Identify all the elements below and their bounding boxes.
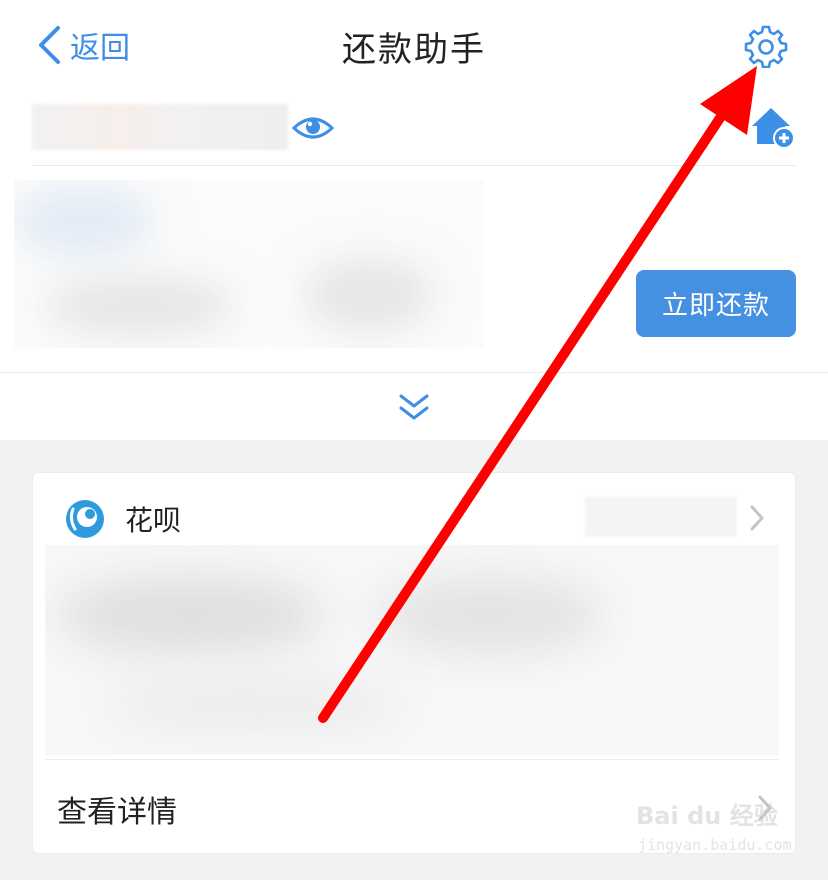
huabei-logo-icon [66, 500, 104, 538]
double-chevron-down-icon [399, 394, 429, 420]
bill-summary-masked [14, 180, 484, 348]
masked-block [44, 276, 234, 336]
divider [0, 372, 828, 373]
huabei-label: 花呗 [125, 504, 182, 537]
masked-block [375, 575, 605, 655]
settings-button[interactable] [744, 24, 788, 69]
eye-icon [291, 117, 335, 139]
masked-block [304, 258, 434, 332]
watermark: Bai du 经验 jingyan.baidu.com [634, 794, 792, 860]
huabei-amount-masked [585, 497, 737, 537]
home-add-icon [752, 108, 795, 149]
add-home-button[interactable] [750, 104, 798, 150]
divider [45, 759, 779, 760]
view-details-label: 查看详情 [57, 795, 177, 830]
gear-icon [744, 25, 788, 69]
account-row [32, 104, 796, 166]
header: 返回 还款助手 [0, 0, 828, 90]
huabei-bill-masked [45, 545, 779, 755]
account-name-masked [32, 104, 288, 150]
masked-block [55, 575, 325, 655]
chevron-right-icon [750, 505, 764, 531]
expand-button[interactable] [396, 392, 432, 424]
masked-block [14, 186, 154, 256]
toggle-visibility-button[interactable] [291, 112, 335, 144]
huabei-card-header[interactable]: 花呗 [33, 473, 797, 545]
page-title: 还款助手 [342, 30, 486, 70]
watermark-brand: Bai du 经验 [636, 802, 778, 830]
masked-block [105, 675, 405, 735]
pay-now-button[interactable]: 立即还款 [636, 270, 796, 337]
watermark-url: jingyan.baidu.com [638, 836, 792, 854]
